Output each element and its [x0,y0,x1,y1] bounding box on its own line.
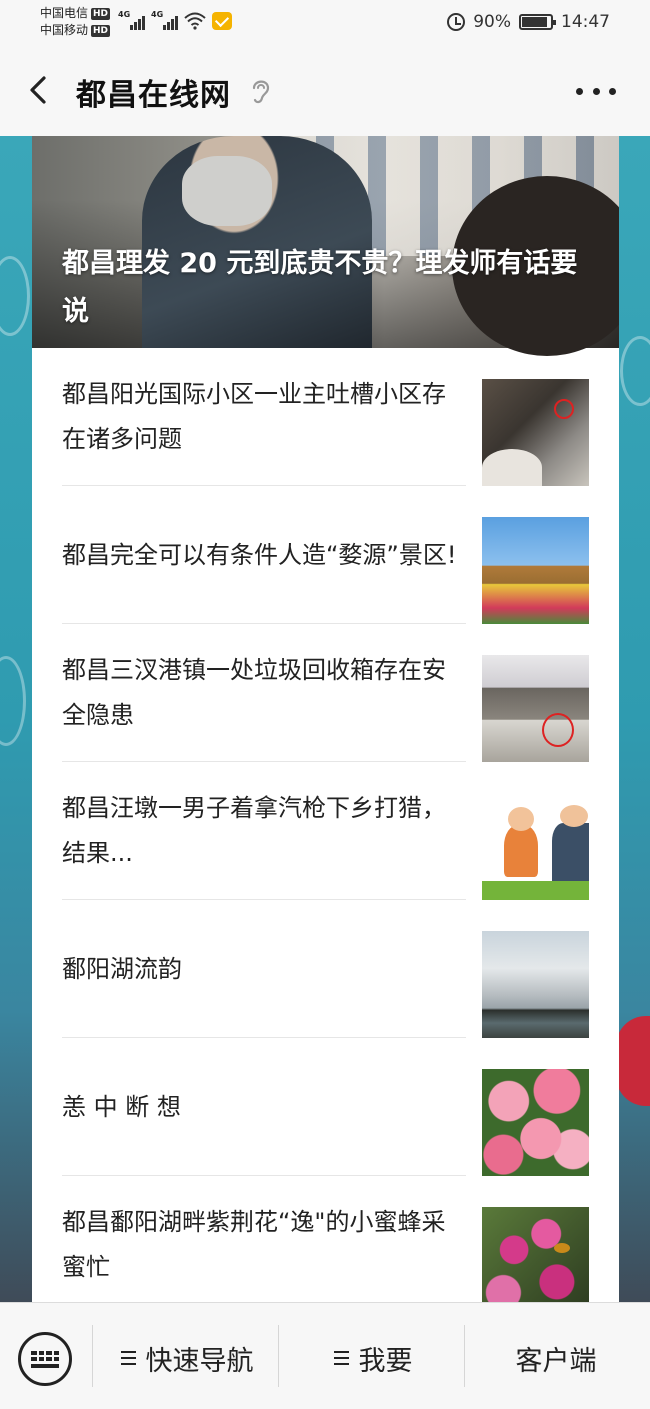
status-right: 90% 14:47 [447,12,610,32]
divider [92,1325,93,1387]
battery-fill [522,17,548,27]
more-dot [592,87,600,95]
bottom-menu-bar: 快速导航 我要 客户端 [0,1302,650,1409]
list-item[interactable]: 恙 中 断 想 [32,1038,619,1176]
signal-icon-2: 4G [151,10,178,30]
client-label: 客户端 [515,1345,597,1377]
status-bar: 中国电信 HD 中国移动 HD 4G 4G 90% 14:47 [0,0,650,46]
list-item[interactable]: 都昌汪墩一男子着拿汽枪下乡打猎，结果... [32,762,619,900]
list-item[interactable]: 都昌完全可以有条件人造“婺源”景区! [32,486,619,624]
signal-icon: 4G [118,10,145,30]
hero-image-mask [182,156,272,226]
article-title: 鄱阳湖流韵 [62,954,182,983]
ear-icon[interactable] [248,76,274,106]
list-item[interactable]: 都昌三汊港镇一处垃圾回收箱存在安全隐患 [32,624,619,762]
article-title: 恙 中 断 想 [62,1092,181,1121]
more-dot [576,87,583,95]
carrier-1-label: 中国电信 [40,6,89,20]
article-thumbnail [482,655,589,762]
article-title: 都昌三汊港镇一处垃圾回收箱存在安全隐患 [62,656,446,729]
article-thumbnail [482,793,589,900]
quick-nav-label: 快速导航 [145,1345,254,1377]
article-title: 都昌完全可以有条件人造“婺源”景区! [62,540,457,569]
page-title: 都昌在线网 [76,78,231,113]
list-item[interactable]: 都昌鄱阳湖畔紫荆花“逸"的小蜜蜂采蜜忙 [32,1176,619,1302]
background-decoration [0,256,30,336]
menu-icon [120,1351,136,1365]
battery-percent: 90% [473,12,511,32]
hd-badge-1: HD [91,7,111,20]
keyboard-button[interactable] [18,1332,72,1386]
background-decoration [620,336,650,406]
article-title: 都昌阳光国际小区一业主吐槽小区存在诸多问题 [62,380,446,453]
header: 都昌在线网 [0,46,650,136]
carrier-2-label: 中国移动 [40,23,89,37]
hero-article[interactable]: 都昌理发 20 元到底贵不贵？理发师有话要说 [32,136,619,356]
background-decoration [0,656,26,746]
wifi-icon [184,12,206,30]
battery-icon [519,14,556,30]
divider [464,1325,465,1387]
alarm-icon [447,13,466,31]
quick-nav-button[interactable]: 快速导航 [96,1333,278,1383]
client-button[interactable]: 客户端 [468,1333,644,1383]
background-decoration [616,1016,650,1106]
article-thumbnail [482,1069,589,1176]
chevron-left-icon [30,76,46,104]
article-thumbnail [482,379,589,486]
article-thumbnail [482,517,589,624]
want-menu-label: 我要 [358,1345,413,1377]
clock: 14:47 [561,12,610,32]
mail-icon [212,12,232,30]
divider [278,1325,279,1387]
article-title: 都昌鄱阳湖畔紫荆花“逸"的小蜜蜂采蜜忙 [62,1208,446,1281]
signal-group: 4G 4G [118,10,232,30]
menu-icon [333,1351,349,1365]
more-button[interactable] [576,76,616,106]
article-thumbnail [482,1207,589,1302]
carrier-line-1: 中国电信 HD [40,5,111,22]
hero-title: 都昌理发 20 元到底贵不贵？理发师有话要说 [62,248,578,327]
hd-badge-2: HD [91,24,111,37]
list-item[interactable]: 鄱阳湖流韵 [32,900,619,1038]
carrier-line-2: 中国移动 HD [40,22,111,39]
back-button[interactable] [22,72,58,108]
keyboard-icon [31,1351,59,1368]
more-dot [609,87,616,95]
news-card: 都昌理发 20 元到底贵不贵？理发师有话要说 都昌阳光国际小区一业主吐槽小区存在… [32,136,619,1302]
list-item[interactable]: 都昌阳光国际小区一业主吐槽小区存在诸多问题 [32,348,619,486]
article-title: 都昌汪墩一男子着拿汽枪下乡打猎，结果... [62,794,446,867]
article-thumbnail [482,931,589,1038]
network-2-label: 4G [151,10,164,19]
want-menu-button[interactable]: 我要 [282,1333,464,1383]
article-list: 都昌阳光国际小区一业主吐槽小区存在诸多问题 都昌完全可以有条件人造“婺源”景区!… [32,348,619,1302]
network-1-label: 4G [118,10,131,19]
carrier-info: 中国电信 HD 中国移动 HD [40,5,111,39]
